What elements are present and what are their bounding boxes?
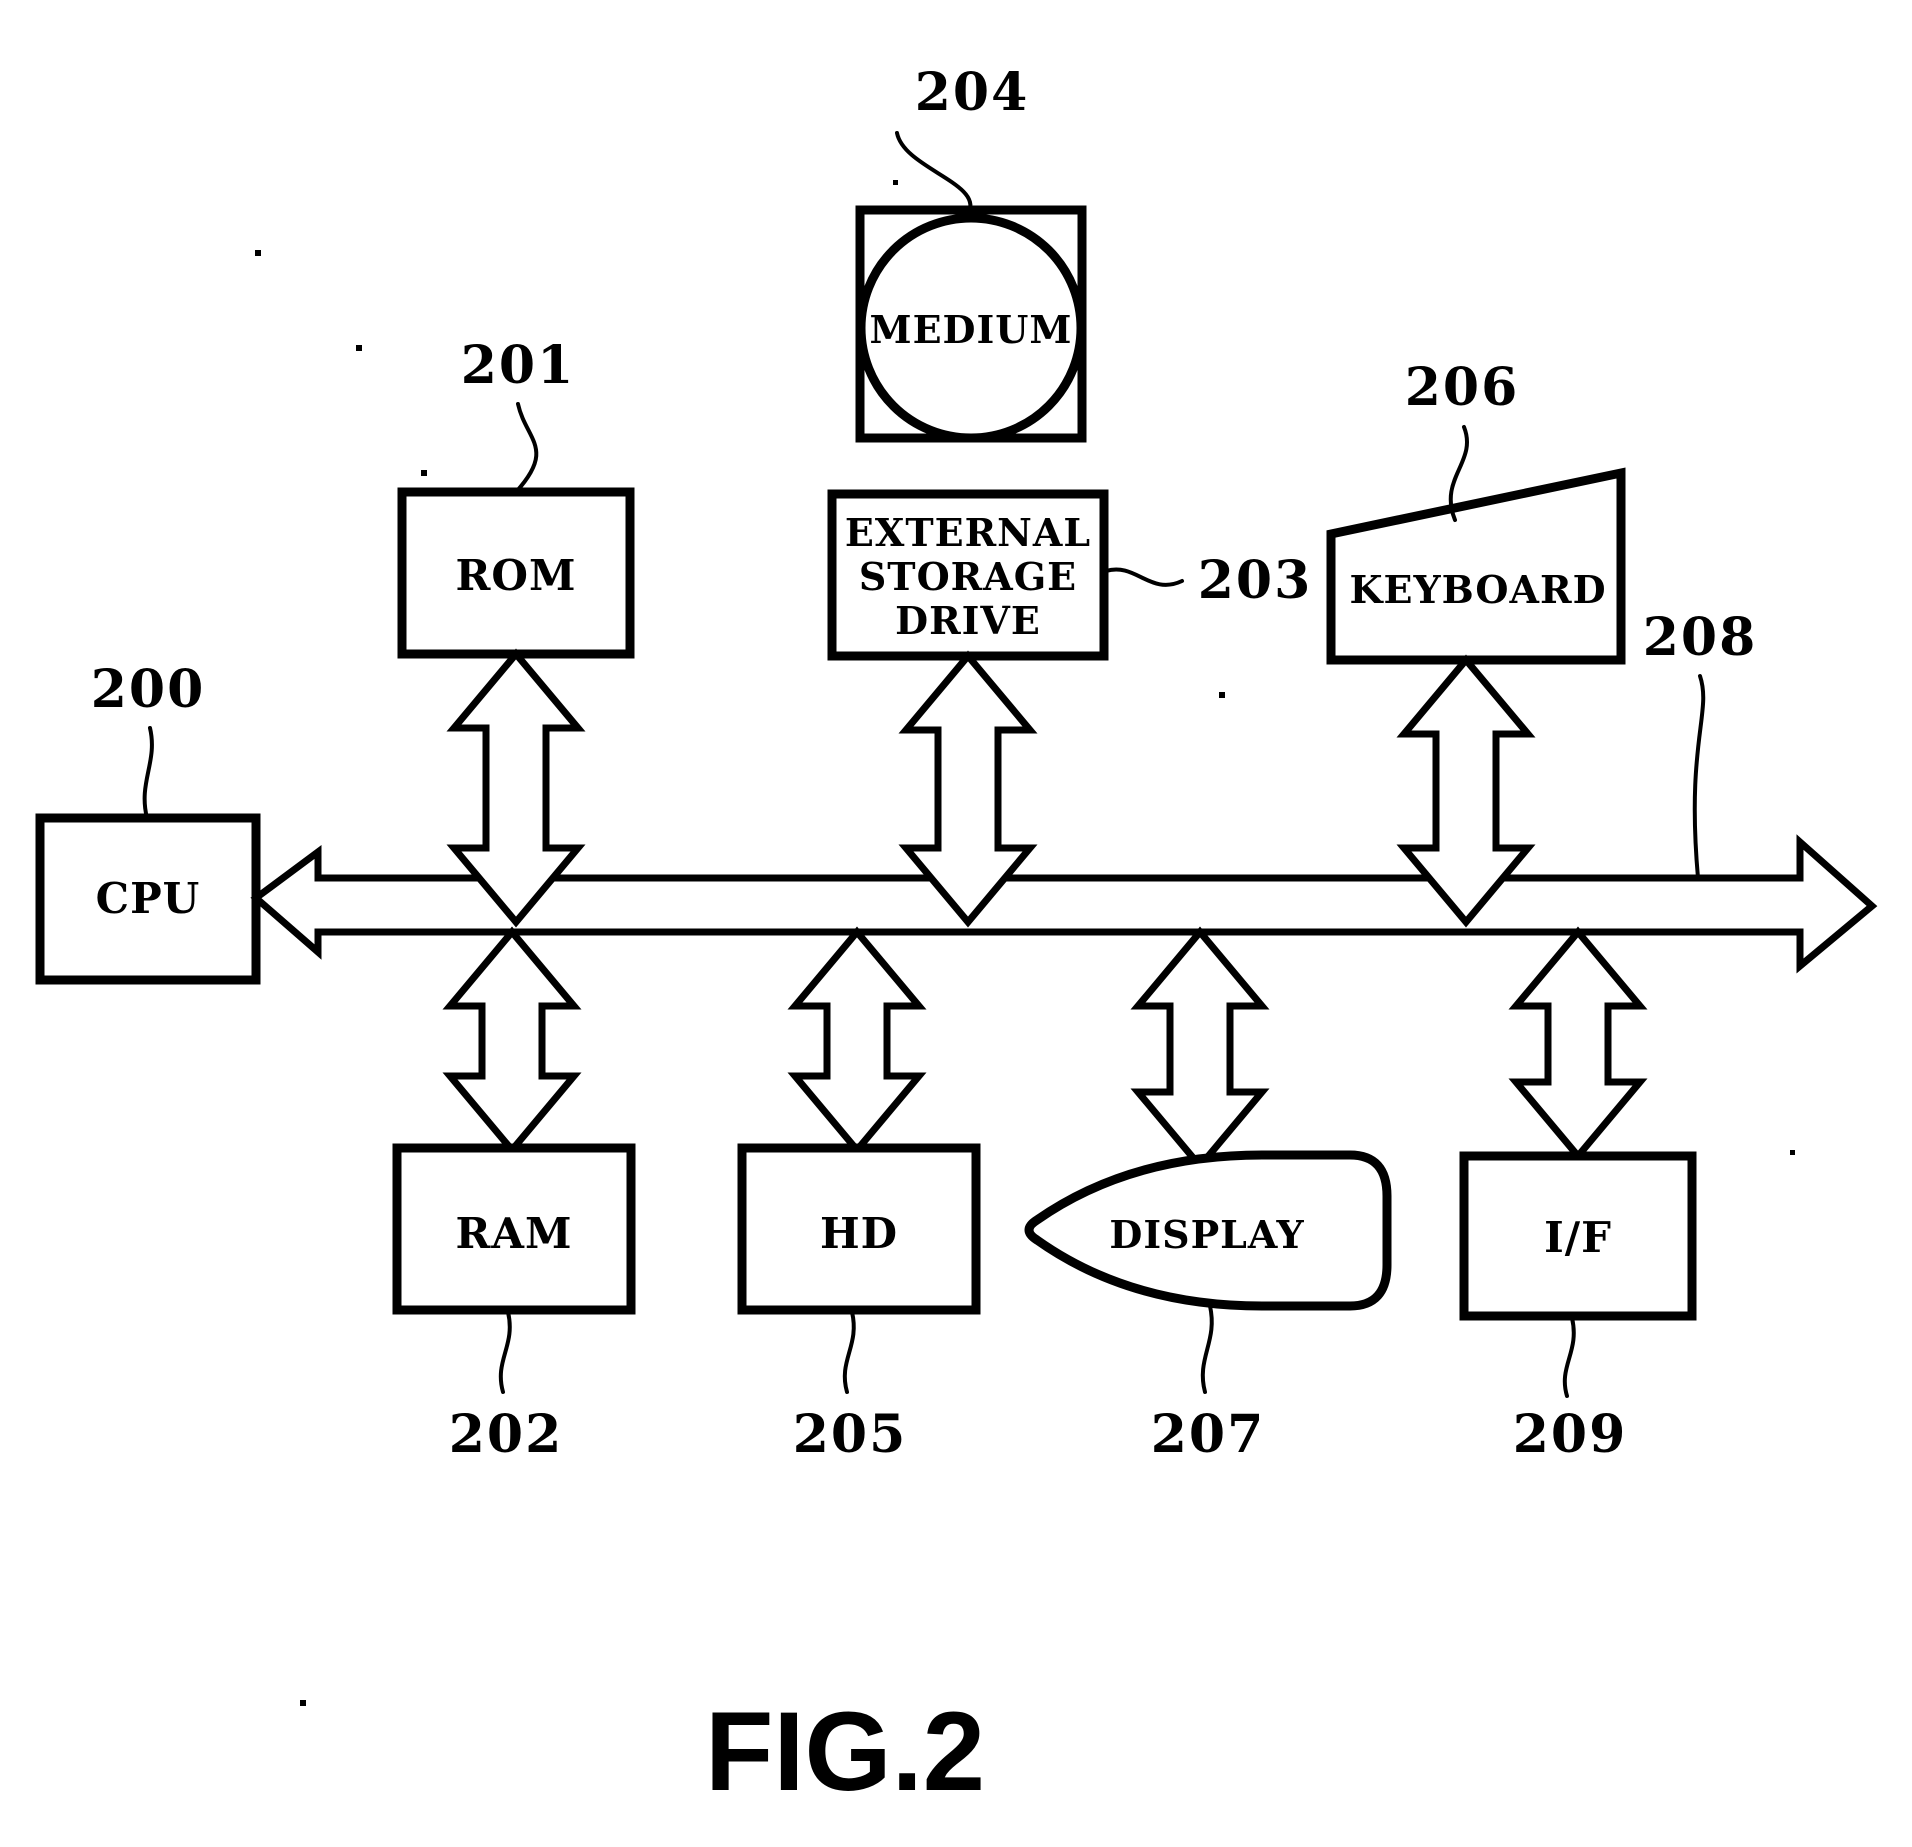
- block-keyboard: KEYBOARD: [1326, 467, 1626, 665]
- keyboard-label: KEYBOARD: [1349, 567, 1606, 612]
- arrow-bus-ram: [442, 926, 582, 1156]
- leader-208: [1692, 674, 1706, 880]
- medium-label: MEDIUM: [870, 307, 1073, 352]
- ref-numeral-209: 209: [1513, 1404, 1628, 1465]
- display-label: DISPLAY: [1109, 1212, 1304, 1257]
- block-interface: I/F: [1459, 1151, 1697, 1321]
- arrow-bus-display: [1130, 926, 1270, 1172]
- cpu-label: CPU: [96, 874, 201, 923]
- hd-label: HD: [820, 1209, 898, 1258]
- ref-numeral-208: 208: [1643, 607, 1758, 668]
- scan-speck: [893, 180, 898, 185]
- leader-204: [895, 131, 973, 214]
- leader-209: [1562, 1316, 1576, 1398]
- ref-numeral-207: 207: [1151, 1404, 1266, 1465]
- scan-speck: [421, 470, 427, 476]
- external-storage-drive-label-line2: STORAGE: [859, 554, 1077, 599]
- interface-label: I/F: [1544, 1213, 1612, 1262]
- leader-203: [1104, 567, 1184, 587]
- patent-figure: MEDIUM 204 ROM 201 EXTERNAL STORAGE DRIV…: [0, 0, 1912, 1847]
- arrow-bus-interface: [1508, 926, 1648, 1162]
- leader-207: [1200, 1304, 1214, 1394]
- rom-label: ROM: [456, 551, 577, 600]
- leader-202: [498, 1310, 512, 1394]
- arrow-bus-hd: [787, 926, 927, 1156]
- scan-speck: [255, 250, 261, 256]
- ref-numeral-204: 204: [915, 62, 1030, 123]
- scan-speck: [356, 345, 362, 351]
- block-rom: ROM: [397, 487, 635, 659]
- external-storage-drive-label-line3: DRIVE: [895, 598, 1041, 643]
- scan-speck: [300, 1700, 306, 1706]
- ref-numeral-200: 200: [91, 659, 206, 720]
- leader-205: [842, 1310, 856, 1394]
- block-external-storage-drive: EXTERNAL STORAGE DRIVE: [827, 489, 1109, 661]
- leader-201: [514, 402, 539, 494]
- block-display: DISPLAY: [1024, 1150, 1392, 1311]
- leader-200: [142, 726, 154, 820]
- ram-label: RAM: [456, 1209, 573, 1258]
- ref-numeral-201: 201: [461, 335, 576, 396]
- block-diagram-canvas: MEDIUM 204 ROM 201 EXTERNAL STORAGE DRIV…: [35, 62, 1878, 1814]
- ref-numeral-203: 203: [1198, 550, 1313, 611]
- block-ram: RAM: [392, 1143, 636, 1315]
- figure-caption: FIG.2: [705, 1689, 985, 1814]
- ref-numeral-205: 205: [793, 1404, 908, 1465]
- block-hd: HD: [737, 1143, 981, 1315]
- scan-speck: [1219, 692, 1225, 698]
- block-medium: MEDIUM: [855, 205, 1087, 443]
- ref-numeral-202: 202: [449, 1404, 564, 1465]
- external-storage-drive-label-line1: EXTERNAL: [845, 510, 1091, 555]
- block-cpu: CPU: [35, 813, 261, 985]
- ref-numeral-206: 206: [1405, 357, 1520, 418]
- scan-speck: [1790, 1150, 1795, 1155]
